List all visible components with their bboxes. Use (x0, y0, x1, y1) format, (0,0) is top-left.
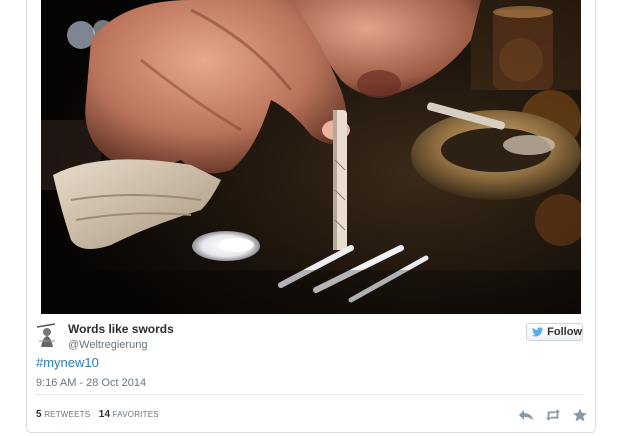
favorites-stat[interactable]: 14 FAVORITES (98, 409, 159, 420)
twitter-bird-icon (532, 327, 544, 337)
follow-button[interactable]: Follow (526, 323, 583, 341)
tweet-actions (518, 407, 588, 423)
tweet-card: Words like swords @Weltregierung Follow … (26, 0, 596, 433)
favorites-label: FAVORITES (112, 410, 159, 419)
follow-button-label: Follow (547, 326, 582, 338)
retweets-label: RETWEETS (44, 410, 91, 419)
photo-image (41, 0, 581, 314)
stats-divider (36, 394, 584, 395)
avatar-image (35, 321, 59, 349)
retweets-stat[interactable]: 5 RETWEETS (36, 409, 91, 420)
tweet-photo[interactable] (41, 0, 581, 314)
tweet-stats: 5 RETWEETS 14 FAVORITES (36, 409, 165, 420)
reply-icon[interactable] (518, 408, 534, 422)
retweets-count: 5 (36, 409, 42, 420)
author-screen-name[interactable]: @Weltregierung (68, 339, 147, 351)
tweet-hashtag-link[interactable]: #mynew10 (36, 355, 99, 370)
author-display-name[interactable]: Words like swords (68, 322, 174, 336)
tweet-timestamp[interactable]: 9:16 AM - 28 Oct 2014 (36, 377, 146, 389)
author-avatar[interactable] (35, 321, 59, 349)
retweet-icon[interactable] (545, 408, 561, 422)
favorites-count: 14 (98, 409, 111, 420)
favorite-icon[interactable] (572, 408, 588, 422)
